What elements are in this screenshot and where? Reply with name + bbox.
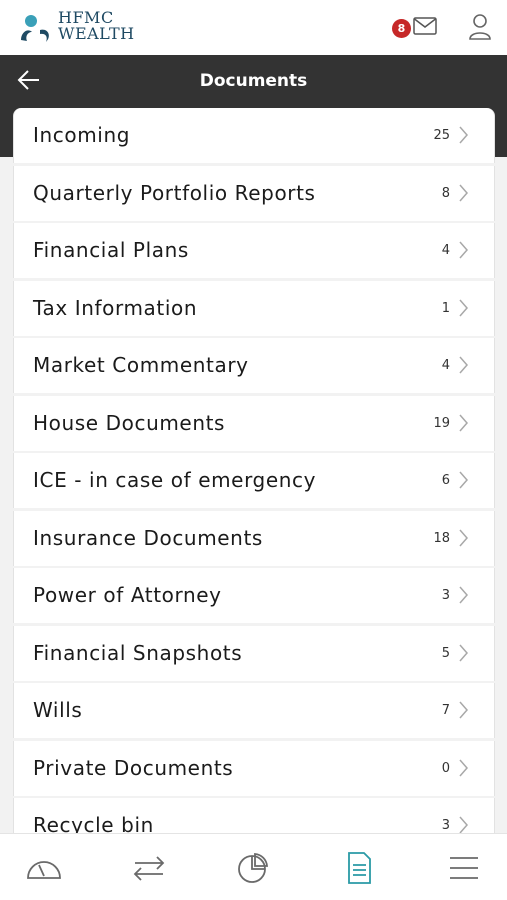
chevron-right-icon (459, 471, 468, 489)
bottom-navigation (0, 833, 507, 900)
folder-count: 19 (433, 415, 450, 431)
hfmc-wealth-logo[interactable]: HFMC WEALTH (18, 10, 143, 48)
folder-row-wills[interactable]: Wills 7 (13, 683, 495, 738)
folder-count: 6 (441, 473, 450, 488)
chevron-right-icon (459, 126, 468, 144)
folder-count: 0 (441, 760, 450, 776)
document-folder-list: Incoming 25 Quarterly Portfolio Reports … (13, 108, 495, 833)
transfer-arrows-icon[interactable] (129, 852, 169, 884)
folder-count: 3 (441, 588, 450, 603)
folder-label: Insurance Documents (33, 525, 263, 550)
dashboard-gauge-icon[interactable] (24, 852, 64, 884)
folder-count: 1 (441, 300, 450, 316)
chevron-right-icon (459, 586, 468, 604)
folder-row-financial-plans[interactable]: Financial Plans 4 (13, 223, 495, 278)
folder-count: 7 (441, 703, 450, 718)
menu-icon[interactable] (444, 852, 484, 884)
logo-text-line2: WEALTH (58, 24, 135, 43)
folder-row-power-of-attorney[interactable]: Power of Attorney 3 (13, 568, 495, 623)
folder-row-tax-information[interactable]: Tax Information 1 (13, 280, 495, 336)
folder-count: 5 (441, 645, 450, 661)
folder-label: Tax Information (33, 295, 198, 320)
pie-chart-icon[interactable] (234, 852, 274, 884)
chevron-right-icon (459, 529, 468, 546)
chevron-right-icon (459, 414, 468, 431)
folder-count: 4 (441, 243, 450, 258)
folder-label: House Documents (33, 410, 226, 435)
top-bar: HFMC WEALTH 8 (0, 0, 507, 55)
folder-row-incoming[interactable]: Incoming 25 (13, 108, 495, 163)
folder-row-house-documents[interactable]: House Documents 19 (13, 395, 495, 451)
folder-row-market-commentary[interactable]: Market Commentary 4 (13, 338, 495, 393)
folder-label: Quarterly Portfolio Reports (33, 180, 316, 205)
messages-button[interactable]: 8 (392, 15, 440, 41)
folder-label: Recycle bin (33, 813, 154, 833)
document-icon[interactable] (339, 852, 379, 884)
folder-label: Financial Plans (33, 238, 189, 262)
chevron-right-icon (459, 759, 468, 776)
folder-count: 4 (441, 358, 450, 373)
chevron-right-icon (459, 816, 468, 833)
folder-label: Wills (33, 698, 83, 722)
folder-label: Private Documents (33, 755, 234, 780)
chevron-right-icon (459, 356, 468, 374)
chevron-right-icon (459, 299, 468, 316)
page-title: Documents (199, 71, 308, 91)
chevron-right-icon (459, 241, 468, 259)
chevron-right-icon (459, 184, 468, 201)
folder-row-private-documents[interactable]: Private Documents 0 (13, 740, 495, 796)
user-icon[interactable] (468, 13, 492, 41)
chevron-right-icon (459, 644, 468, 661)
folder-label: Market Commentary (33, 353, 249, 377)
folder-label: Financial Snapshots (33, 640, 243, 665)
folder-row-recycle-bin[interactable]: Recycle bin 3 (13, 798, 495, 833)
folder-row-quarterly-portfolio-reports[interactable]: Quarterly Portfolio Reports 8 (13, 165, 495, 221)
folder-count: 8 (441, 185, 450, 201)
folder-row-ice[interactable]: ICE - in case of emergency 6 (13, 453, 495, 508)
folder-row-financial-snapshots[interactable]: Financial Snapshots 5 (13, 625, 495, 681)
chevron-right-icon (459, 701, 468, 719)
logo-text-line1: HFMC (58, 8, 114, 27)
folder-label: Incoming (33, 123, 131, 147)
folder-row-insurance-documents[interactable]: Insurance Documents 18 (13, 510, 495, 566)
logo-mark-icon (21, 15, 49, 42)
mail-icon (413, 17, 437, 35)
folder-label: Power of Attorney (33, 583, 222, 607)
folder-count: 18 (433, 530, 450, 546)
folder-label: ICE - in case of emergency (33, 468, 317, 492)
folder-count: 25 (433, 128, 450, 143)
folder-count: 3 (441, 818, 450, 833)
unread-count-badge: 8 (392, 19, 411, 38)
